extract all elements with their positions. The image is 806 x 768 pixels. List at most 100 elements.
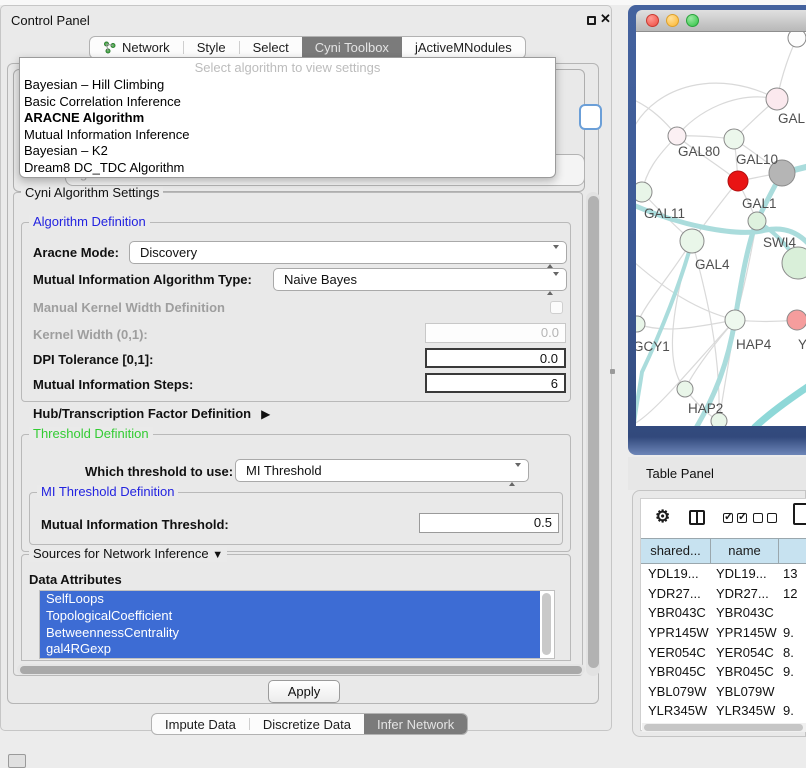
node-gal4[interactable] bbox=[680, 229, 704, 253]
list-item-topologicalcoefficient[interactable]: TopologicalCoefficient bbox=[40, 608, 540, 625]
node-label: GAL bbox=[778, 111, 806, 126]
data-attributes-label: Data Attributes bbox=[29, 572, 122, 587]
table-row[interactable]: YBR045CYBR045C9. bbox=[641, 662, 806, 682]
close-icon[interactable]: ✕ bbox=[600, 11, 611, 27]
node-gcy1[interactable] bbox=[636, 316, 645, 332]
table-row[interactable]: YBL079WYBL079W bbox=[641, 682, 806, 702]
list-vertical-scrollbar[interactable] bbox=[541, 592, 552, 657]
combobox-stepper-icon bbox=[509, 464, 521, 485]
table-panel-title: Table Panel bbox=[646, 466, 714, 481]
manual-kernel-width-checkbox[interactable] bbox=[550, 301, 563, 314]
node-label: Y bbox=[798, 337, 806, 352]
network-icon bbox=[103, 41, 116, 54]
node-large-green[interactable] bbox=[782, 247, 806, 279]
node-hap2[interactable] bbox=[677, 381, 693, 397]
tab-select[interactable]: Select bbox=[240, 37, 302, 58]
menu-item-mutual-information[interactable]: Mutual Information Inference bbox=[20, 127, 555, 144]
list-item-selfloops[interactable]: SelfLoops bbox=[40, 591, 540, 608]
mi-steps-field[interactable]: 6 bbox=[425, 373, 566, 393]
node-table: ⚙ shared... name YDL19...YDL19...13 YDR2… bbox=[640, 498, 806, 731]
hub-section-label: Hub/Transcription Factor Definition bbox=[33, 406, 251, 421]
settings-vertical-scrollbar[interactable] bbox=[586, 192, 600, 676]
column-header-partial[interactable] bbox=[779, 539, 806, 563]
dpi-tolerance-label: DPI Tolerance [0,1]: bbox=[33, 352, 153, 367]
scrollbar-thumb[interactable] bbox=[588, 196, 599, 668]
expand-down-icon[interactable]: ▼ bbox=[212, 549, 223, 561]
hub-transcription-factor-section[interactable]: Hub/Transcription Factor Definition ▶ bbox=[33, 406, 270, 421]
node-gal10[interactable] bbox=[724, 129, 744, 149]
table-row[interactable]: YDL19...YDL19...13 bbox=[641, 564, 806, 584]
table-horizontal-scrollbar[interactable] bbox=[642, 723, 806, 732]
columns-icon[interactable] bbox=[689, 510, 705, 525]
network-view-window: GAL GAL80 GAL10 GAL1 GAL11 SWI4 GAL4 GCY… bbox=[628, 5, 806, 455]
list-item-betweennesscentrality[interactable]: BetweennessCentrality bbox=[40, 625, 540, 642]
scrollbar-thumb[interactable] bbox=[20, 666, 582, 674]
mutual-information-threshold-field[interactable]: 0.5 bbox=[419, 513, 559, 533]
menu-item-aracne[interactable]: ARACNE Algorithm bbox=[20, 110, 555, 127]
dpi-tolerance-field[interactable]: 0.0 bbox=[425, 348, 566, 368]
menu-item-bayesian-hill-climbing[interactable]: Bayesian – Hill Climbing bbox=[20, 77, 555, 94]
mac-close-button[interactable] bbox=[646, 14, 659, 27]
column-header-shared-name[interactable]: shared... bbox=[641, 539, 711, 563]
kernel-width-label: Kernel Width (0,1): bbox=[33, 327, 148, 342]
node-gal1-red[interactable] bbox=[728, 171, 748, 191]
table-header-row: shared... name bbox=[641, 538, 806, 564]
table-row[interactable]: YBR043CYBR043C bbox=[641, 603, 806, 623]
which-threshold-label: Which threshold to use: bbox=[85, 464, 233, 479]
scrollbar-thumb[interactable] bbox=[644, 724, 803, 731]
tab-impute-data[interactable]: Impute Data bbox=[152, 714, 249, 734]
gear-icon[interactable]: ⚙ bbox=[655, 507, 670, 527]
tab-style[interactable]: Style bbox=[184, 37, 239, 58]
mutual-information-threshold-label: Mutual Information Threshold: bbox=[41, 517, 229, 532]
apply-button[interactable]: Apply bbox=[268, 680, 340, 703]
aracne-mode-label: Aracne Mode: bbox=[33, 245, 119, 260]
focused-combobox-fragment[interactable] bbox=[579, 104, 602, 130]
table-row[interactable]: YLR345WYLR345W9. bbox=[641, 701, 806, 721]
column-header-name[interactable]: name bbox=[711, 539, 779, 563]
table-row[interactable]: YER054CYER054C8. bbox=[641, 642, 806, 662]
tab-network[interactable]: Network bbox=[90, 37, 183, 58]
network-canvas[interactable]: GAL GAL80 GAL10 GAL1 GAL11 SWI4 GAL4 GCY… bbox=[636, 32, 806, 426]
settings-horizontal-scrollbar[interactable] bbox=[17, 664, 585, 675]
control-panel-window: Control Panel ✕ Network Style Select Cyn… bbox=[0, 5, 612, 731]
node-swi4[interactable] bbox=[748, 212, 766, 230]
node-gal80[interactable] bbox=[668, 127, 686, 145]
table-row[interactable]: YDR27...YDR27...12 bbox=[641, 584, 806, 604]
node-salmon[interactable] bbox=[787, 310, 806, 330]
manual-kernel-width-label: Manual Kernel Width Definition bbox=[33, 300, 225, 315]
table-row[interactable]: YIL052CYIL052C9. bbox=[641, 721, 806, 722]
deselect-all-columns-icon[interactable] bbox=[753, 513, 777, 523]
node-unlabeled[interactable] bbox=[788, 32, 806, 47]
node-label: GCY1 bbox=[636, 339, 670, 354]
scrollbar-thumb[interactable] bbox=[542, 593, 551, 655]
cyni-bottom-tabbar: Impute Data Discretize Data Infer Networ… bbox=[151, 713, 468, 735]
node-gal[interactable] bbox=[766, 88, 788, 110]
table-row[interactable]: YPR145WYPR145W9. bbox=[641, 623, 806, 643]
node-hap4[interactable] bbox=[725, 310, 745, 330]
float-window-icon[interactable] bbox=[587, 16, 596, 25]
mac-minimize-button[interactable] bbox=[666, 14, 679, 27]
which-threshold-combobox[interactable]: MI Threshold bbox=[235, 459, 529, 482]
kernel-width-field[interactable]: 0.0 bbox=[425, 323, 566, 343]
menu-item-basic-correlation[interactable]: Basic Correlation Inference bbox=[20, 94, 555, 111]
data-attributes-list[interactable]: SelfLoops TopologicalCoefficient Between… bbox=[39, 590, 555, 659]
list-item-gal4rgexp[interactable]: gal4RGexp bbox=[40, 641, 540, 658]
tab-infer-network[interactable]: Infer Network bbox=[364, 714, 467, 734]
mi-algorithm-type-combobox[interactable]: Naive Bayes bbox=[273, 268, 567, 291]
collapse-right-icon[interactable]: ▶ bbox=[261, 407, 270, 421]
aracne-mode-combobox[interactable]: Discovery bbox=[129, 241, 567, 264]
mac-zoom-button[interactable] bbox=[686, 14, 699, 27]
menu-item-dream8[interactable]: Dream8 DC_TDC Algorithm bbox=[20, 160, 555, 177]
node-gal11[interactable] bbox=[636, 182, 652, 202]
tab-cyni-toolbox[interactable]: Cyni Toolbox bbox=[302, 37, 402, 58]
tab-discretize-data[interactable]: Discretize Data bbox=[250, 714, 364, 734]
network-window-titlebar[interactable] bbox=[636, 10, 806, 32]
file-icon[interactable] bbox=[793, 503, 806, 525]
collapsed-panel-button[interactable] bbox=[8, 754, 26, 768]
panel-splitter-handle[interactable] bbox=[610, 369, 615, 374]
select-all-columns-icon[interactable] bbox=[723, 513, 747, 523]
table-body[interactable]: YDL19...YDL19...13 YDR27...YDR27...12 YB… bbox=[641, 564, 806, 722]
sources-group-title[interactable]: Sources for Network Inference ▼ bbox=[29, 547, 227, 562]
menu-item-bayesian-k2[interactable]: Bayesian – K2 bbox=[20, 143, 555, 160]
tab-jactivemnodules[interactable]: jActiveMNodules bbox=[402, 37, 525, 58]
